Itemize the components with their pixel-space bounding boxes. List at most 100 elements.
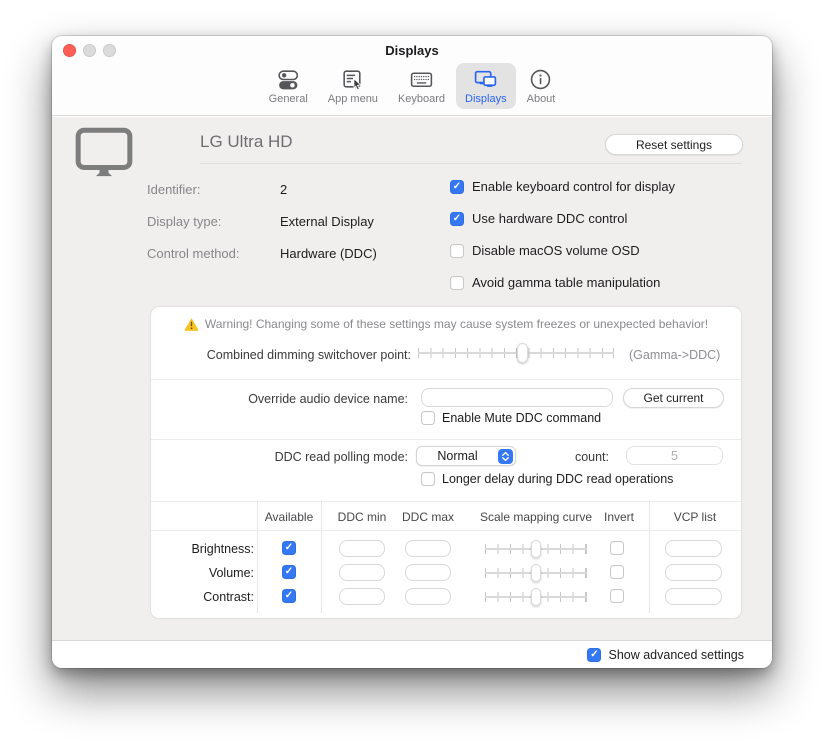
tab-displays-label: Displays [465,93,507,105]
control-method-label: Control method: [147,246,240,261]
longer-delay-option: Longer delay during DDC read operations [421,472,673,486]
dimming-switchover-label: Combined dimming switchover point: [151,348,411,362]
mute-ddc-checkbox[interactable] [421,411,435,425]
volume-ddc-min-input[interactable] [339,564,385,581]
count-input[interactable] [626,446,723,465]
window-title: Displays [52,43,772,58]
contrast-ddc-max-input[interactable] [405,588,451,605]
identifier-label: Identifier: [147,182,200,197]
divider [151,501,741,502]
content-area: LG Ultra HD Reset settings Identifier: 2… [52,117,772,640]
brightness-invert-checkbox[interactable] [610,541,624,555]
keyboard-icon [408,66,435,93]
mute-ddc-label: Enable Mute DDC command [442,411,601,425]
contrast-available-checkbox[interactable] [282,589,296,603]
contrast-invert-checkbox[interactable] [610,589,624,603]
tab-about-label: About [527,93,556,105]
show-advanced-checkbox[interactable] [587,648,601,662]
tab-keyboard-label: Keyboard [398,93,445,105]
row-label: Brightness: [151,542,254,556]
keyboard-control-label: Enable keyboard control for display [472,179,675,194]
mute-ddc-option: Enable Mute DDC command [421,411,601,425]
disable-osd-checkbox[interactable] [450,244,464,258]
count-label: count: [531,450,609,464]
tab-app-menu[interactable]: App menu [319,63,387,109]
display-name: LG Ultra HD [200,132,293,152]
displays-icon [472,66,499,93]
tab-keyboard[interactable]: Keyboard [389,63,454,109]
option-keyboard-control: Enable keyboard control for display [450,179,675,194]
volume-curve-knob[interactable] [531,564,541,582]
contrast-ddc-min-input[interactable] [339,588,385,605]
keyboard-control-checkbox[interactable] [450,180,464,194]
window-footer: Show advanced settings [52,640,772,668]
info-icon [527,66,554,93]
warning-triangle-icon [184,317,199,331]
table-row-contrast: Contrast: [151,585,741,609]
warning-row: Warning! Changing some of these settings… [151,317,741,331]
brightness-vcp-input[interactable] [665,540,722,557]
tab-general-label: General [269,93,308,105]
option-hardware-ddc: Use hardware DDC control [450,211,627,226]
control-method-value: Hardware (DDC) [280,246,377,261]
brightness-curve-knob[interactable] [531,540,541,558]
polling-mode-label: DDC read polling mode: [151,450,408,464]
tab-app-menu-label: App menu [328,93,378,105]
brightness-ddc-min-input[interactable] [339,540,385,557]
contrast-curve-slider[interactable] [485,589,587,605]
polling-mode-select[interactable]: Normal [416,446,516,466]
show-advanced-label: Show advanced settings [608,648,744,662]
table-row-brightness: Brightness: [151,537,741,561]
row-label: Volume: [151,566,254,580]
header-invert: Invert [604,510,634,524]
header-ddc-min: DDC min [338,510,387,524]
contrast-curve-knob[interactable] [531,588,541,606]
tab-about[interactable]: About [518,63,565,109]
volume-curve-slider[interactable] [485,565,587,581]
dimming-slider[interactable] [418,344,614,362]
table-row-volume: Volume: [151,561,741,585]
brightness-available-checkbox[interactable] [282,541,296,555]
header-vcp-list: VCP list [674,510,716,524]
display-type-label: Display type: [147,214,221,229]
hardware-ddc-checkbox[interactable] [450,212,464,226]
volume-ddc-max-input[interactable] [405,564,451,581]
dimming-suffix: (Gamma->DDC) [629,348,720,362]
dimming-slider-knob[interactable] [517,343,528,363]
header-curve: Scale mapping curve [480,510,592,524]
tab-general[interactable]: General [260,63,317,109]
monitor-icon [75,127,133,183]
longer-delay-label: Longer delay during DDC read operations [442,472,673,486]
contrast-vcp-input[interactable] [665,588,722,605]
avoid-gamma-checkbox[interactable] [450,276,464,290]
volume-invert-checkbox[interactable] [610,565,624,579]
option-disable-osd: Disable macOS volume OSD [450,243,640,258]
row-label: Contrast: [151,590,254,604]
window-header: Displays General [52,36,772,116]
brightness-ddc-max-input[interactable] [405,540,451,557]
stepper-icon [498,449,513,464]
reset-settings-button[interactable]: Reset settings [605,134,743,155]
header-available: Available [265,510,313,524]
volume-vcp-input[interactable] [665,564,722,581]
brightness-curve-slider[interactable] [485,541,587,557]
display-type-value: External Display [280,214,374,229]
longer-delay-checkbox[interactable] [421,472,435,486]
disable-osd-label: Disable macOS volume OSD [472,243,640,258]
volume-available-checkbox[interactable] [282,565,296,579]
polling-mode-value: Normal [417,449,498,463]
tab-displays[interactable]: Displays [456,63,516,109]
header-ddc-max: DDC max [402,510,454,524]
divider [151,379,741,380]
toggles-icon [275,66,302,93]
app-menu-icon [339,66,366,93]
audio-device-name-input[interactable] [421,388,613,407]
audio-override-label: Override audio device name: [151,392,408,406]
option-avoid-gamma: Avoid gamma table manipulation [450,275,660,290]
hardware-ddc-label: Use hardware DDC control [472,211,627,226]
display-header-divider [200,163,742,164]
table-header-divider [151,530,741,531]
warning-text: Warning! Changing some of these settings… [205,317,708,331]
advanced-settings-box: Warning! Changing some of these settings… [150,306,742,619]
get-current-button[interactable]: Get current [623,388,724,408]
